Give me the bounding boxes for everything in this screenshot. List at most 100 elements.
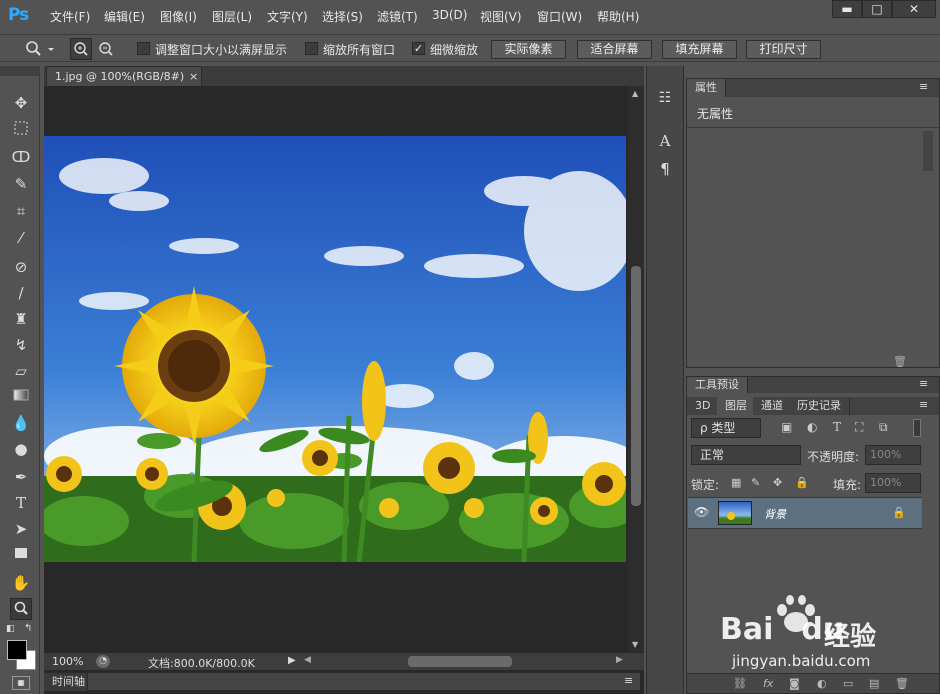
filter-smart-object-icon[interactable]: ⧉ xyxy=(879,420,888,435)
add-mask-icon[interactable]: ◙ xyxy=(789,677,800,690)
gradient-tool-icon[interactable] xyxy=(10,386,32,408)
menu-filter[interactable]: 滤镜(T) xyxy=(377,8,418,25)
blur-tool-icon[interactable]: 💧 xyxy=(10,412,32,434)
minimize-button[interactable]: ▬ xyxy=(832,0,862,18)
healing-brush-tool-icon[interactable]: ⊘ xyxy=(10,256,32,278)
layers-menu-icon[interactable]: ≡ xyxy=(919,398,928,411)
lasso-tool-icon[interactable]: ↀ xyxy=(10,146,32,168)
clone-stamp-tool-icon[interactable]: ♜ xyxy=(10,308,32,330)
filter-pixel-icon[interactable]: ▣ xyxy=(781,420,792,434)
status-menu-arrow-icon[interactable]: ▶ xyxy=(288,655,296,666)
tab-properties[interactable]: 属性 xyxy=(687,79,726,97)
tool-presets-menu-icon[interactable]: ≡ xyxy=(919,377,928,390)
properties-scrollbar[interactable] xyxy=(923,131,933,171)
path-selection-tool-icon[interactable]: ➤ xyxy=(10,518,32,540)
lock-all-icon[interactable]: 🔒 xyxy=(795,476,809,489)
rectangle-tool-icon[interactable] xyxy=(10,544,32,566)
fill-field[interactable]: 100% xyxy=(865,473,921,493)
lock-transparent-icon[interactable]: ▦ xyxy=(731,476,741,489)
dodge-tool-icon[interactable]: ● xyxy=(10,438,32,460)
brush-tool-icon[interactable]: ∕ xyxy=(10,282,32,304)
vertical-scroll-thumb[interactable] xyxy=(631,266,641,506)
tab-3d[interactable]: 3D xyxy=(687,397,720,415)
print-size-button[interactable]: 打印尺寸 xyxy=(746,40,821,59)
link-layers-icon[interactable]: ⛓ xyxy=(733,677,747,690)
tab-history[interactable]: 历史记录 xyxy=(789,397,850,415)
zoom-tool-icon[interactable] xyxy=(10,598,32,620)
menu-edit[interactable]: 编辑(E) xyxy=(104,8,145,25)
maximize-button[interactable]: □ xyxy=(862,0,892,18)
vertical-scrollbar[interactable]: ▲ ▼ xyxy=(628,86,644,654)
menu-type[interactable]: 文字(Y) xyxy=(267,8,308,25)
crop-tool-icon[interactable]: ⌗ xyxy=(10,200,32,222)
menu-3d[interactable]: 3D(D) xyxy=(432,8,467,22)
layer-row[interactable]: 👁 背景 🔒 xyxy=(688,497,922,529)
image-canvas[interactable] xyxy=(44,136,626,562)
delete-icon[interactable]: 🗑 xyxy=(893,355,907,368)
fx-icon[interactable]: fx xyxy=(763,677,773,690)
tab-channels[interactable]: 通道 xyxy=(753,397,792,415)
opacity-field[interactable]: 100% xyxy=(865,445,921,465)
pen-tool-icon[interactable]: ✒ xyxy=(10,466,32,488)
eraser-tool-icon[interactable]: ▱ xyxy=(10,360,32,382)
layer-name[interactable]: 背景 xyxy=(764,506,786,522)
resize-windows-checkbox[interactable] xyxy=(137,42,150,55)
blend-mode-dropdown[interactable]: 正常 xyxy=(691,445,801,465)
close-tab-icon[interactable]: × xyxy=(189,67,198,86)
hand-tool-icon[interactable]: ✋ xyxy=(10,572,32,594)
menu-image[interactable]: 图像(I) xyxy=(160,8,197,25)
menu-window[interactable]: 窗口(W) xyxy=(537,8,582,25)
screen-mode-icon[interactable]: ▣ xyxy=(12,676,30,690)
properties-panel-icon[interactable]: ☷ xyxy=(655,90,675,110)
scroll-right-arrow-icon[interactable]: ▶ xyxy=(616,655,623,665)
timeline-tab[interactable]: 时间轴 xyxy=(44,673,88,691)
default-colors-icon[interactable]: ◧ xyxy=(6,624,16,634)
zoom-all-windows-checkbox[interactable] xyxy=(305,42,318,55)
lock-position-icon[interactable]: ✥ xyxy=(773,476,782,489)
lock-image-icon[interactable]: ✎ xyxy=(751,476,760,489)
actual-pixels-button[interactable]: 实际像素 xyxy=(491,40,566,59)
menu-view[interactable]: 视图(V) xyxy=(480,8,522,25)
tab-layers[interactable]: 图层 xyxy=(717,397,756,415)
menu-layer[interactable]: 图层(L) xyxy=(212,8,252,25)
swap-colors-icon[interactable]: ↰ xyxy=(24,623,36,635)
zoom-tool-preset-icon[interactable] xyxy=(24,40,58,58)
quick-selection-tool-icon[interactable]: ✎ xyxy=(10,173,32,195)
fill-screen-button[interactable]: 填充屏幕 xyxy=(662,40,737,59)
menu-select[interactable]: 选择(S) xyxy=(322,8,363,25)
zoom-in-button[interactable] xyxy=(70,38,92,60)
filter-shape-icon[interactable]: ⛶ xyxy=(855,420,863,435)
layer-filter-dropdown[interactable]: ρ 类型 xyxy=(691,418,761,438)
move-tool-icon[interactable]: ✥ xyxy=(10,92,32,114)
tab-tool-presets[interactable]: 工具预设 xyxy=(687,377,748,393)
horizontal-scroll-thumb[interactable] xyxy=(408,656,512,667)
delete-layer-icon[interactable]: 🗑 xyxy=(895,677,909,690)
timeline-menu-icon[interactable]: ≡ xyxy=(624,674,633,687)
document-tab[interactable]: 1.jpg @ 100%(RGB/8#) × xyxy=(46,66,202,86)
zoom-out-icon[interactable] xyxy=(96,39,116,59)
filter-type-icon[interactable]: T xyxy=(833,420,841,434)
new-group-icon[interactable]: ▭ xyxy=(843,677,853,690)
visibility-eye-icon[interactable]: 👁 xyxy=(694,505,709,519)
scrubby-zoom-checkbox[interactable]: ✓ xyxy=(412,42,425,55)
menu-file[interactable]: 文件(F) xyxy=(50,8,90,25)
new-layer-icon[interactable]: ▤ xyxy=(869,677,879,690)
type-tool-icon[interactable]: T xyxy=(10,492,32,514)
scroll-left-arrow-icon[interactable]: ◀ xyxy=(304,655,311,665)
marquee-tool-icon[interactable] xyxy=(10,119,32,141)
paragraph-panel-icon[interactable]: ¶ xyxy=(655,160,675,180)
foreground-color-swatch[interactable] xyxy=(7,640,27,660)
adjustment-layer-icon[interactable]: ◐ xyxy=(817,677,827,690)
close-button[interactable]: ✕ xyxy=(892,0,936,18)
zoom-level[interactable]: 100% xyxy=(52,655,83,668)
character-panel-icon[interactable]: A xyxy=(655,132,675,152)
filter-adjustment-icon[interactable]: ◐ xyxy=(807,420,817,434)
scroll-up-arrow-icon[interactable]: ▲ xyxy=(632,89,638,98)
status-info-icon[interactable]: ◔ xyxy=(96,655,110,668)
menu-help[interactable]: 帮助(H) xyxy=(597,8,639,25)
properties-menu-icon[interactable]: ≡ xyxy=(919,80,928,93)
eyedropper-tool-icon[interactable]: ⁄ xyxy=(10,227,32,249)
filter-toggle[interactable] xyxy=(913,419,921,437)
fit-screen-button[interactable]: 适合屏幕 xyxy=(577,40,652,59)
history-brush-tool-icon[interactable]: ↯ xyxy=(10,334,32,356)
